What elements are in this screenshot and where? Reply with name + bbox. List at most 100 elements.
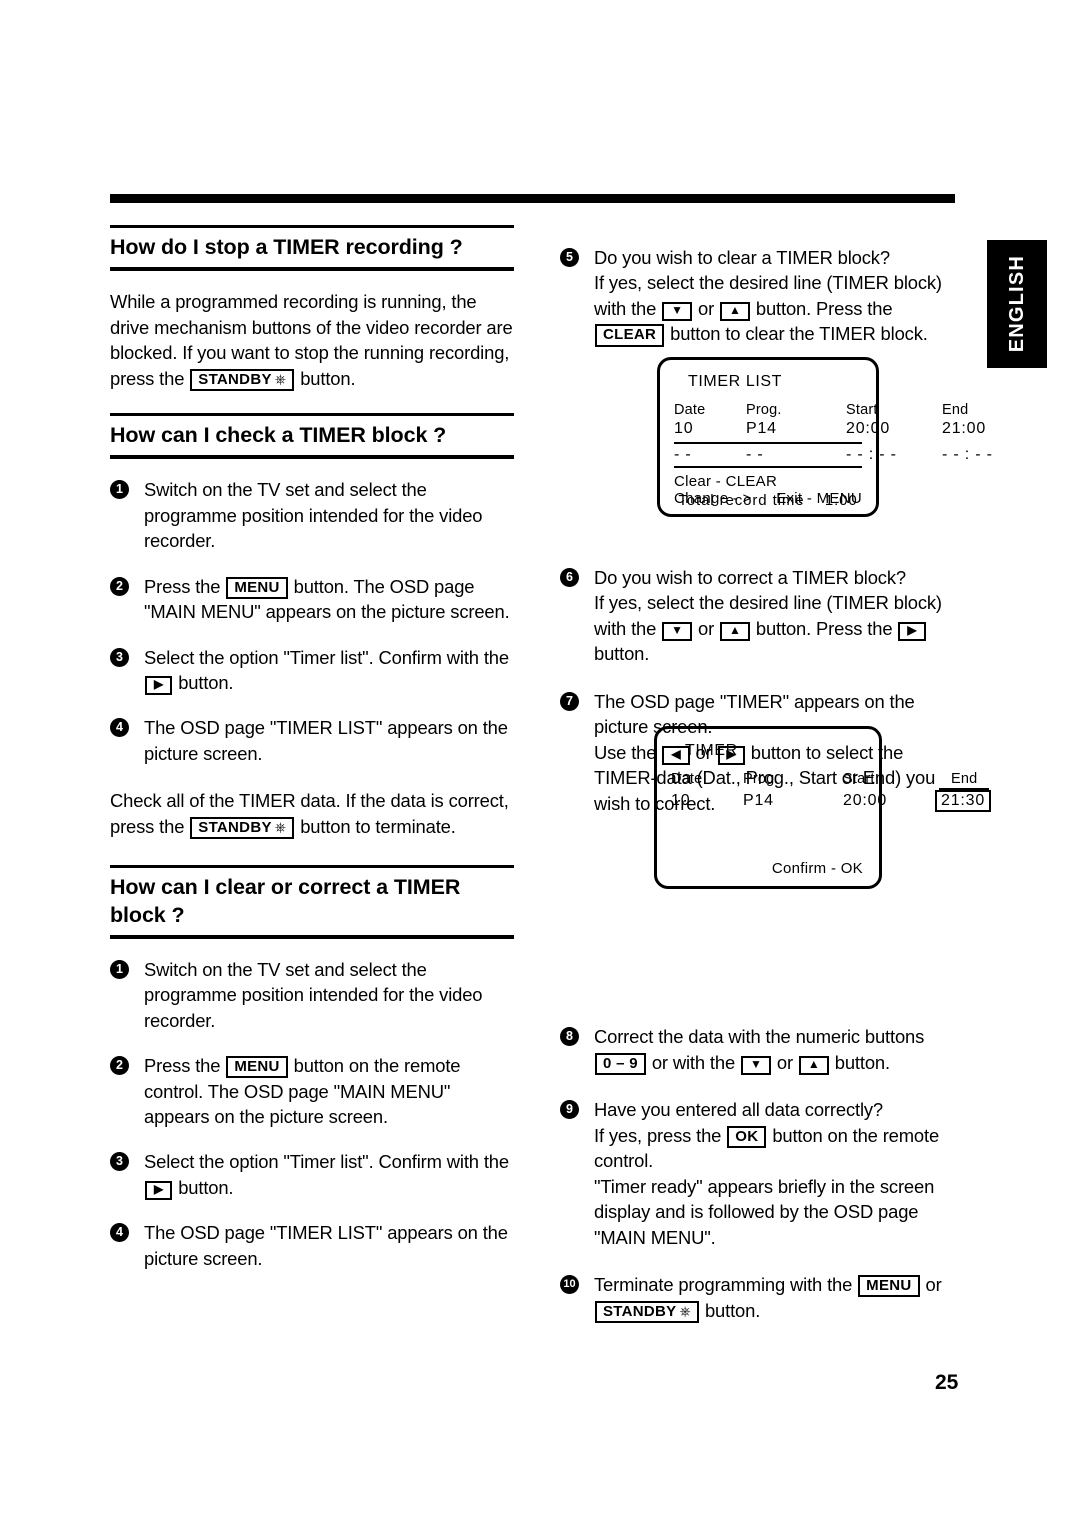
table-row-cell-prog: - - [746, 446, 764, 463]
osd-timer-list-screen: TIMER LIST Date Prog. Start End 10 P14 2… [657, 357, 992, 517]
menu-key[interactable]: MENU [226, 576, 288, 599]
step-number: 9 [560, 1100, 579, 1120]
section2-title: How can I check a TIMER block ? [110, 423, 447, 448]
section-heading-clear-correct-timer-block: How can I clear or correct a TIMER block… [110, 865, 514, 939]
section3-steps: 1 Switch on the TV set and select the pr… [110, 957, 514, 1272]
step8-post: button. [834, 1051, 890, 1073]
play-right-arrow-key[interactable]: ▶ [898, 621, 926, 641]
language-tab: ENGLISH [987, 240, 1047, 368]
power-icon: ⎈ [679, 1302, 691, 1319]
menu-key[interactable]: MENU [226, 1056, 288, 1079]
table-row-cell-start: 20:00 [846, 420, 891, 437]
footer-row-clear: Clear - CLEAR [674, 473, 862, 490]
step-number: 4 [110, 718, 129, 738]
column-header-end-label: End [939, 771, 990, 790]
column-header-end-selected: End [939, 770, 1029, 791]
column-header-date: Date [674, 402, 706, 418]
table-row-cell-end: 21:00 [942, 420, 987, 437]
step-text: The OSD page "TIMER LIST" appears on the… [144, 1222, 508, 1269]
step10-post: button. [704, 1299, 761, 1321]
heading-rule-top [110, 225, 514, 228]
footer-row-change-exit: Change - > Exit - MENU [674, 490, 862, 507]
step-text-pre: Press the [144, 1055, 221, 1077]
section1-paragraph: While a programmed recording is running,… [110, 289, 514, 391]
footer-exit-hint: Exit - MENU [776, 490, 862, 507]
step-number: 3 [110, 647, 129, 667]
up-arrow-key[interactable]: ▲ [720, 621, 750, 641]
step-text-pre: Press the [144, 575, 221, 597]
or-text: or [776, 1051, 793, 1073]
list-item: 10 Terminate programming with the MENU o… [560, 1272, 966, 1323]
section2-steps: 1 Switch on the TV set and select the pr… [110, 477, 514, 766]
step9-line1: Have you entered all data correctly? [594, 1099, 884, 1121]
step-number: 10 [560, 1275, 579, 1295]
down-arrow-key[interactable]: ▼ [662, 621, 693, 641]
table-row-cell-date[interactable]: 10 [671, 791, 743, 811]
up-arrow-key[interactable]: ▲ [720, 301, 750, 321]
or-text: or [698, 617, 715, 639]
selected-end-time-field[interactable]: 21:30 [935, 790, 992, 812]
step-number: 2 [110, 1056, 129, 1076]
table-row[interactable]: - - - - - - : - - - - : - - [674, 445, 992, 465]
list-item: 4 The OSD page "TIMER LIST" appears on t… [110, 1220, 514, 1271]
osd-empty-row-separator: - - - - - - : - - - - : - - [674, 442, 992, 468]
table-row-cell-date: 10 [674, 420, 694, 437]
or-text: or [698, 297, 715, 319]
standby-key[interactable]: STANDBY ⎈ [190, 368, 295, 391]
step-number: 1 [110, 480, 129, 500]
list-item: 8 Correct the data with the numeric butt… [560, 1024, 966, 1076]
step-text-pre: Select the option "Timer list". Confirm … [144, 646, 509, 668]
up-arrow-key[interactable]: ▲ [798, 1055, 829, 1075]
list-item: 3 Select the option "Timer list". Confir… [110, 1149, 514, 1200]
step9-line3: "Timer ready" appears briefly in the scr… [594, 1175, 935, 1248]
step6-post: button. [594, 643, 650, 665]
play-right-arrow-key[interactable]: ▶ [145, 1180, 173, 1200]
step5-line1: Do you wish to clear a TIMER block? [594, 247, 890, 268]
table-row-cell-end: - - : - - [942, 446, 993, 463]
list-item: 4 The OSD page "TIMER LIST" appears on t… [110, 715, 514, 766]
numeric-keys[interactable]: 0 – 9 [595, 1052, 646, 1076]
play-right-arrow-key[interactable]: ▶ [145, 676, 173, 695]
footer-clear-hint: Clear - CLEAR [674, 473, 778, 490]
step10-pre: Terminate programming with the [594, 1274, 853, 1296]
list-item: 1 Switch on the TV set and select the pr… [110, 477, 514, 553]
table-row-cell-end[interactable]: 21:30 [935, 790, 1029, 812]
osd-timer-footer: Confirm - OK [772, 860, 863, 877]
step5-post: button to clear the TIMER block. [670, 323, 928, 345]
manual-page: ENGLISH How do I stop a TIMER recording … [0, 0, 1080, 1528]
step-text: Switch on the TV set and select the prog… [144, 479, 483, 552]
standby-key[interactable]: STANDBY ⎈ [190, 816, 295, 840]
list-item: 3 Select the option "Timer list". Confir… [110, 645, 514, 696]
list-item: 2 Press the MENU button on the remote co… [110, 1053, 514, 1129]
list-item: 2 Press the MENU button. The OSD page "M… [110, 574, 514, 625]
closing-text-post: button to terminate. [300, 815, 456, 837]
column-header-prog: Prog. [743, 771, 779, 787]
power-icon: ⎈ [274, 370, 287, 387]
step-number: 3 [110, 1152, 129, 1172]
step-text: Switch on the TV set and select the prog… [144, 958, 483, 1031]
clear-key[interactable]: CLEAR [595, 324, 665, 347]
page-number: 25 [935, 1371, 959, 1394]
step8-mid: or with the [651, 1051, 736, 1073]
step6-mid: button. Press the [755, 617, 893, 639]
step8-pre: Correct the data with the numeric button… [594, 1026, 925, 1048]
down-arrow-key[interactable]: ▼ [741, 1055, 771, 1075]
list-item: 6 Do you wish to correct a TIMER block? … [560, 565, 966, 667]
step-text-pre: Select the option "Timer list". Confirm … [144, 1151, 509, 1173]
table-row-cell-prog[interactable]: P14 [743, 791, 843, 811]
page-top-rule [110, 194, 955, 203]
standby-key-label: STANDBY [603, 1302, 677, 1320]
heading-rule-bottom [110, 267, 514, 272]
step5-mid: button. Press the [755, 297, 893, 319]
footer-change-hint: Change - > [674, 490, 752, 507]
column-header-date: Date [671, 771, 703, 787]
table-row-cell-start[interactable]: 20:00 [843, 791, 939, 811]
ok-key[interactable]: OK [727, 1125, 767, 1148]
list-item: 9 Have you entered all data correctly? I… [560, 1097, 966, 1250]
standby-key[interactable]: STANDBY ⎈ [595, 1300, 699, 1323]
section1-title: How do I stop a TIMER recording ? [110, 235, 463, 259]
column-header-end: End [942, 402, 969, 418]
footer-confirm-hint: Confirm - OK [771, 860, 863, 877]
down-arrow-key[interactable]: ▼ [662, 301, 693, 321]
menu-key[interactable]: MENU [858, 1275, 920, 1298]
